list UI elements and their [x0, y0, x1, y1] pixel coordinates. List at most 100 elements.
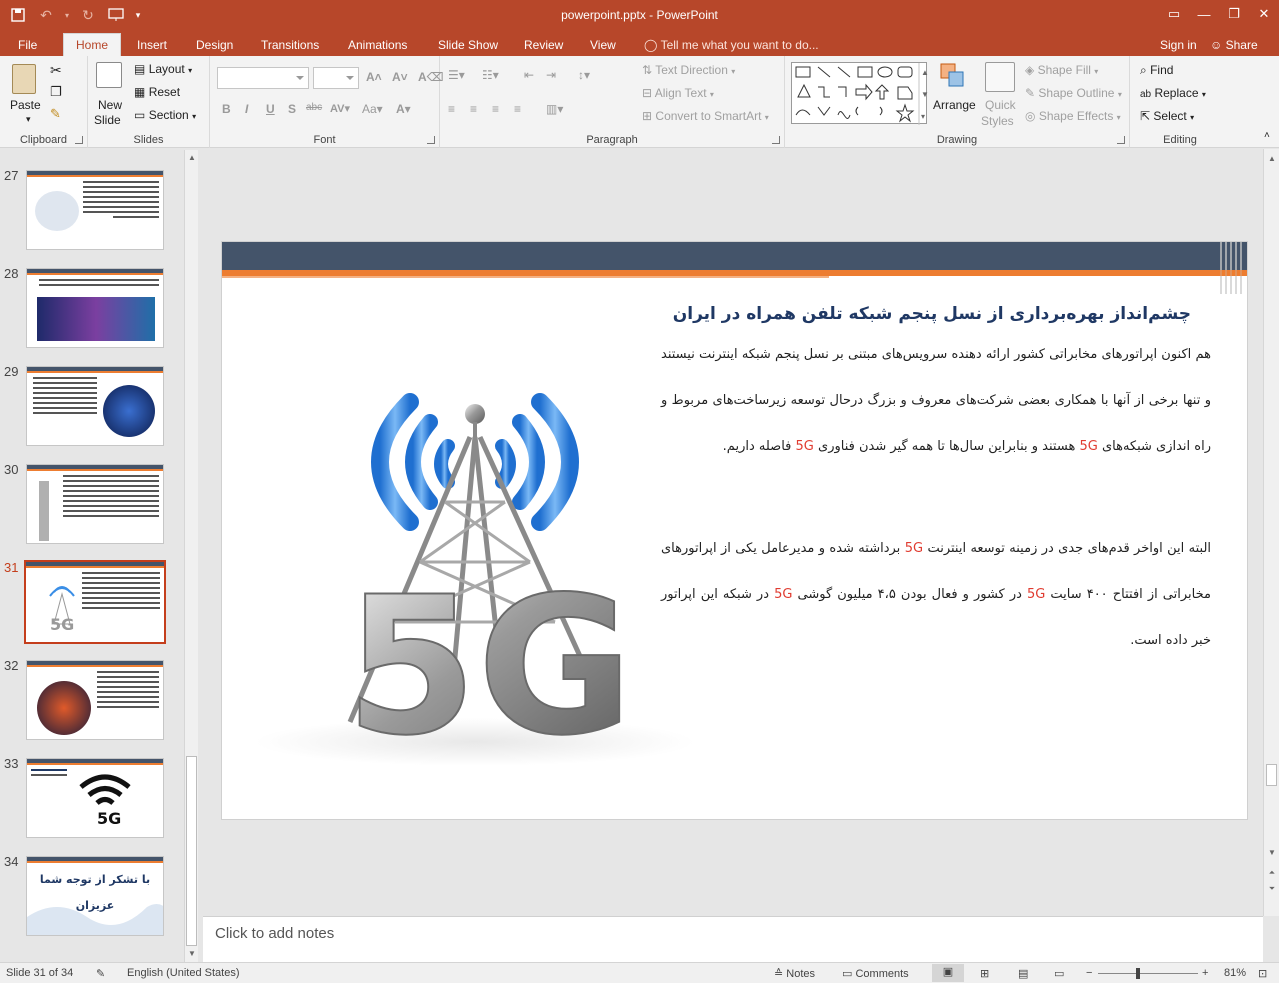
font-size-combo[interactable] — [313, 67, 359, 89]
tab-review[interactable]: Review — [518, 34, 569, 56]
underline-icon[interactable]: U — [266, 102, 275, 116]
tab-design[interactable]: Design — [190, 34, 239, 56]
close-icon[interactable]: ✕ — [1249, 0, 1279, 28]
align-right-icon[interactable]: ≡ — [492, 102, 499, 116]
slide-thumbnail-30[interactable] — [26, 464, 164, 544]
columns-icon[interactable]: ▥▾ — [546, 102, 563, 116]
tab-insert[interactable]: Insert — [131, 34, 173, 56]
slide-thumbnail-29[interactable] — [26, 366, 164, 446]
tab-transitions[interactable]: Transitions — [255, 34, 325, 56]
change-case-icon[interactable]: Aa▾ — [362, 102, 383, 116]
tab-home[interactable]: Home — [63, 33, 122, 56]
tab-slide-show[interactable]: Slide Show — [432, 34, 504, 56]
strikethrough-icon[interactable]: abc — [306, 102, 322, 113]
slide-thumbnail-31[interactable]: 5G — [24, 560, 166, 644]
cut-icon[interactable]: ✂ — [50, 62, 62, 79]
increase-font-size-icon[interactable]: A˄ — [366, 70, 382, 84]
paste-icon[interactable] — [12, 64, 36, 94]
paste-button[interactable]: Paste — [10, 98, 41, 112]
reset-button[interactable]: ▦ Reset — [134, 85, 180, 99]
convert-smartart-button[interactable]: ⊞ Convert to SmartArt ▾ — [642, 109, 769, 123]
slide-thumbnail-33[interactable]: 5G — [26, 758, 164, 838]
layout-button[interactable]: ▤ Layout ▾ — [134, 62, 192, 76]
line-spacing-icon[interactable]: ↕▾ — [578, 68, 590, 82]
arrange-button[interactable]: Arrange — [933, 98, 976, 112]
italic-icon[interactable]: I — [245, 102, 248, 116]
slide-thumbnail-28[interactable] — [26, 268, 164, 348]
scroll-up-icon[interactable]: ▲ — [186, 152, 198, 164]
quick-styles-button-2[interactable]: Styles — [981, 114, 1014, 128]
scrollbar-thumb[interactable] — [186, 756, 197, 946]
ribbon-display-options-icon[interactable]: ▭ — [1159, 0, 1189, 28]
slide-title[interactable]: چشم‌انداز بهره‌برداری از نسل پنجم شبکه ت… — [673, 304, 1191, 324]
slideshow-view-icon[interactable]: ▭ — [1054, 967, 1064, 980]
replace-button[interactable]: ab Replace ▾ — [1140, 86, 1206, 100]
slide-thumbnail-27[interactable] — [26, 170, 164, 250]
slide-thumbnail-34[interactable]: با تشکر از توجه شما عزیزان — [26, 856, 164, 936]
share-button[interactable]: ☺ Share — [1210, 34, 1258, 56]
paste-dropdown-icon[interactable]: ▾ — [26, 114, 31, 125]
bold-icon[interactable]: B — [222, 102, 231, 116]
slide-thumbnail-32[interactable] — [26, 660, 164, 740]
arrange-icon[interactable] — [939, 62, 967, 90]
spelling-icon[interactable]: ✎ — [96, 967, 105, 980]
select-button[interactable]: ⇱ Select ▾ — [1140, 109, 1194, 123]
reading-view-icon[interactable]: ▤ — [1018, 967, 1028, 980]
new-slide-button-2[interactable]: Slide — [94, 113, 121, 127]
justify-icon[interactable]: ≡ — [514, 102, 521, 116]
decrease-indent-icon[interactable]: ⇤ — [524, 68, 534, 82]
tab-file[interactable]: File — [12, 34, 43, 56]
new-slide-icon[interactable] — [96, 62, 122, 88]
decrease-font-size-icon[interactable]: A˅ — [392, 70, 408, 84]
increase-indent-icon[interactable]: ⇥ — [546, 68, 556, 82]
restore-icon[interactable]: ❐ — [1219, 0, 1249, 28]
bullets-icon[interactable]: ☰▾ — [448, 68, 465, 82]
zoom-level[interactable]: 81% — [1224, 967, 1246, 979]
shape-fill-button[interactable]: ◈ Shape Fill ▾ — [1025, 63, 1098, 77]
5g-tower-image[interactable]: 5G — [240, 332, 710, 772]
format-painter-icon[interactable]: ✎ — [50, 106, 61, 122]
tab-animations[interactable]: Animations — [342, 34, 413, 56]
current-slide[interactable]: چشم‌انداز بهره‌برداری از نسل پنجم شبکه ت… — [221, 241, 1248, 820]
section-button[interactable]: ▭ Section ▾ — [134, 108, 196, 122]
zoom-out-icon[interactable]: − — [1086, 967, 1092, 979]
shape-outline-button[interactable]: ✎ Shape Outline ▾ — [1025, 86, 1122, 100]
tell-me-search[interactable]: ◯ Tell me what you want to do... — [644, 34, 819, 56]
slide-paragraph-2[interactable]: البته این اواخر قدم‌های جدی در زمینه توس… — [661, 526, 1211, 664]
quick-styles-icon[interactable] — [985, 62, 1015, 92]
notes-toggle[interactable]: ≙ Notes — [774, 967, 815, 980]
minimize-icon[interactable]: — — [1189, 0, 1219, 28]
zoom-in-icon[interactable]: + — [1202, 967, 1208, 979]
font-color-icon[interactable]: A▾ — [396, 102, 411, 116]
zoom-slider-knob[interactable] — [1136, 968, 1140, 979]
font-name-combo[interactable] — [217, 67, 309, 89]
next-slide-icon[interactable]: ⏷ — [1266, 883, 1278, 895]
align-center-icon[interactable]: ≡ — [470, 102, 477, 116]
scrollbar-thumb[interactable] — [1266, 764, 1277, 786]
notes-pane[interactable]: Click to add notes — [203, 916, 1263, 962]
slide-sorter-icon[interactable]: ⊞ — [980, 967, 989, 980]
numbering-icon[interactable]: ☷▾ — [482, 68, 499, 82]
align-text-button[interactable]: ⊟ Align Text ▾ — [642, 86, 714, 100]
thumbnails-scrollbar[interactable]: ▲ ▼ — [184, 150, 198, 962]
fit-to-window-icon[interactable]: ⊡ — [1258, 967, 1267, 980]
align-left-icon[interactable]: ≡ — [448, 102, 455, 116]
paragraph-launcher-icon[interactable] — [772, 136, 780, 144]
new-slide-button[interactable]: New — [98, 98, 122, 112]
tab-view[interactable]: View — [584, 34, 622, 56]
quick-styles-button[interactable]: Quick — [985, 98, 1016, 112]
scroll-down-icon[interactable]: ▼ — [186, 948, 198, 960]
zoom-slider[interactable] — [1098, 973, 1198, 974]
shadow-icon[interactable]: S — [288, 102, 296, 116]
copy-icon[interactable]: ❐ — [50, 84, 62, 100]
scroll-up-icon[interactable]: ▲ — [1266, 153, 1278, 165]
clipboard-launcher-icon[interactable] — [75, 136, 83, 144]
sign-in-link[interactable]: Sign in — [1160, 34, 1197, 56]
collapse-ribbon-icon[interactable]: ˄ — [1264, 130, 1270, 141]
slide-paragraph-1[interactable]: هم اکنون اپراتورهای مخابراتی کشور ارائه … — [661, 332, 1211, 470]
text-direction-button[interactable]: ⇅ Text Direction ▾ — [642, 63, 735, 77]
shapes-gallery[interactable]: ▲ ▼ ▾ — [791, 62, 929, 125]
shape-effects-button[interactable]: ◎ Shape Effects ▾ — [1025, 109, 1121, 123]
scroll-down-icon[interactable]: ▼ — [1266, 847, 1278, 859]
previous-slide-icon[interactable]: ⏶ — [1266, 867, 1278, 879]
